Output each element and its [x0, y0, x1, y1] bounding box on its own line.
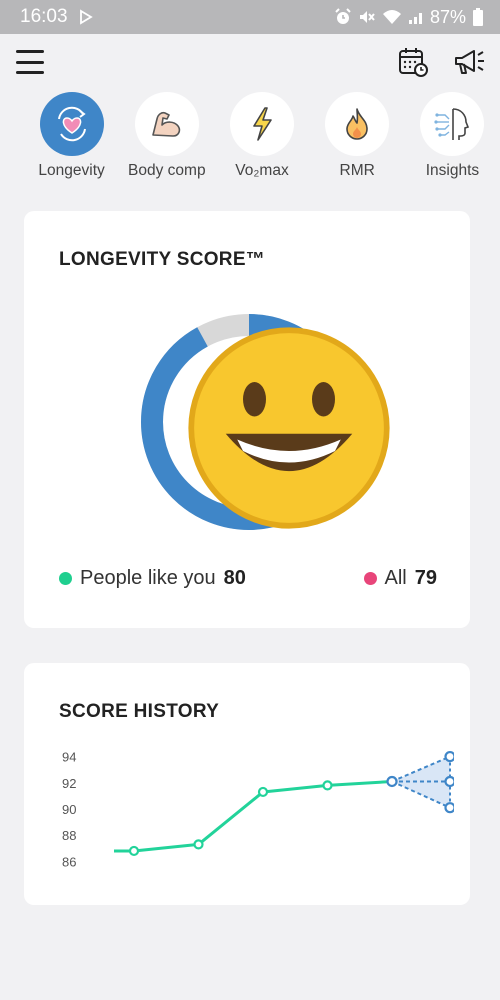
tab-label: RMR: [339, 162, 375, 179]
status-bar: 16:03 87%: [0, 0, 500, 34]
history-point: [257, 786, 269, 798]
history-point: [322, 780, 333, 791]
card-title: LONGEVITY SCORE™: [59, 249, 266, 270]
megaphone-icon[interactable]: [452, 45, 486, 79]
battery-percent: 87%: [429, 6, 466, 27]
mute-icon: [358, 8, 376, 26]
lightning-icon: [230, 92, 294, 156]
score-history-card[interactable]: SCORE HISTORY 94 92 90 88 86: [24, 663, 470, 905]
tab-label: Body comp: [128, 162, 206, 179]
history-point: [193, 839, 204, 850]
head-insights-icon: [420, 92, 485, 156]
legend-label: People like you: [80, 567, 216, 589]
flexed-arm-icon: [134, 92, 199, 156]
battery-icon: [472, 7, 484, 27]
y-tick-label: 94: [62, 750, 76, 765]
legend-all: All 79: [363, 567, 437, 590]
alarm-icon: [334, 8, 352, 26]
tab-longevity[interactable]: Longevity: [24, 92, 119, 182]
calendar-clock-icon[interactable]: [396, 45, 430, 79]
tab-body-comp[interactable]: Body comp: [119, 92, 214, 182]
heart-refresh-icon: [39, 92, 104, 156]
legend-value: 80: [223, 567, 246, 589]
tab-vo2max[interactable]: Vo₂max: [214, 92, 309, 182]
score-legend: People like you 80 All 79: [59, 567, 437, 590]
y-tick-label: 88: [62, 828, 76, 843]
legend-dot-green: [59, 572, 72, 585]
top-app-bar: [0, 34, 500, 90]
history-line: [114, 779, 393, 853]
wifi-icon: [382, 8, 402, 26]
projection-point: [444, 775, 454, 788]
tab-insights[interactable]: Insights: [405, 92, 500, 182]
y-tick-label: 86: [62, 854, 76, 869]
history-point: [386, 775, 398, 788]
tab-label: Vo₂max: [235, 162, 289, 179]
score-history-chart: 94 92 90 88 86: [62, 750, 454, 869]
signal-icon: [408, 9, 424, 25]
legend-value: 79: [414, 567, 437, 589]
projection-point: [444, 750, 454, 763]
history-point: [128, 845, 140, 857]
y-tick-label: 92: [62, 776, 76, 791]
tab-label: Insights: [425, 162, 480, 179]
score-ring: 92: [134, 307, 390, 537]
grinning-face-icon: [174, 313, 390, 529]
legend-label: All: [384, 567, 407, 589]
tab-label: Longevity: [38, 162, 105, 179]
flame-icon: [325, 92, 390, 156]
play-store-icon: [78, 9, 94, 25]
tab-rmr[interactable]: RMR: [310, 92, 405, 182]
projection-point: [444, 802, 454, 814]
y-tick-label: 90: [62, 802, 76, 817]
legend-people-like-you: People like you 80: [59, 567, 246, 590]
clock: 16:03: [20, 6, 68, 27]
card-title: SCORE HISTORY: [59, 701, 220, 722]
legend-dot-pink: [363, 572, 377, 585]
longevity-score-card[interactable]: LONGEVITY SCORE™ 92 People like you 80 A…: [24, 211, 470, 628]
hamburger-menu-icon[interactable]: [16, 50, 46, 74]
category-tabs: Longevity Body comp Vo₂max RMR Insights: [0, 92, 500, 182]
